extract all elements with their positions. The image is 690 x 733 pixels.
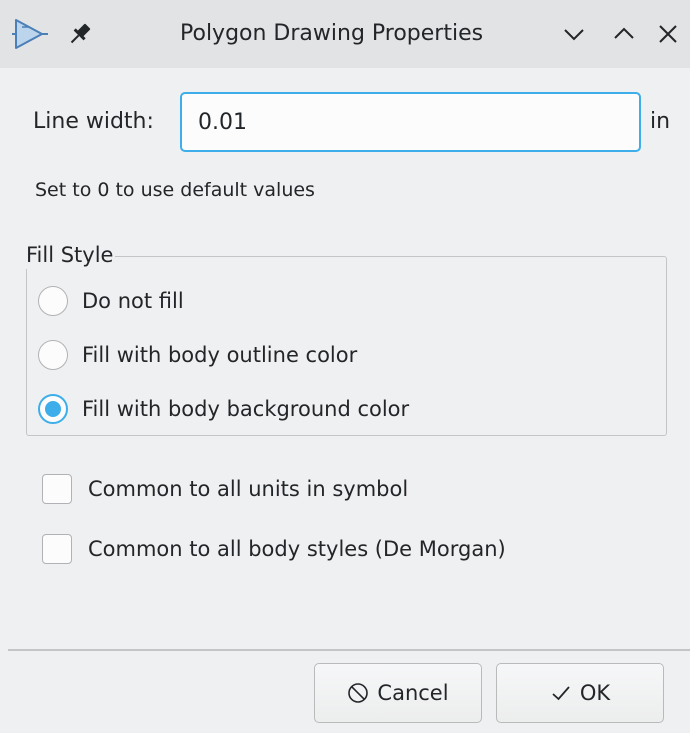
line-width-input[interactable] [182, 94, 639, 150]
dialog-window: Polygon Drawing Properties Line width: i… [0, 0, 690, 733]
ok-button-label: OK [579, 681, 611, 705]
radio-label: Fill with body outline color [82, 343, 358, 367]
radio-label: Fill with body background color [82, 397, 410, 421]
radio-label: Do not fill [82, 289, 184, 313]
checkbox-label: Common to all units in symbol [88, 477, 409, 501]
kicad-symbol-editor-icon [12, 19, 48, 49]
cancel-button[interactable]: Cancel [314, 663, 482, 723]
checkmark-icon [552, 686, 570, 701]
close-icon[interactable] [652, 18, 684, 50]
radio-fill-background[interactable]: Fill with body background color [38, 389, 409, 429]
line-width-unit: in [650, 109, 671, 134]
line-width-field-frame[interactable] [180, 92, 641, 152]
radio-fill-outline[interactable]: Fill with body outline color [38, 335, 357, 375]
maximize-icon[interactable] [608, 18, 640, 50]
radio-button[interactable] [38, 340, 68, 370]
fill-style-title: Fill Style [26, 241, 116, 269]
checkbox[interactable] [42, 534, 72, 564]
checkbox-common-styles[interactable]: Common to all body styles (De Morgan) [42, 529, 506, 569]
checkbox-label: Common to all body styles (De Morgan) [88, 537, 506, 561]
titlebar[interactable]: Polygon Drawing Properties [0, 0, 690, 68]
separator [8, 649, 690, 651]
cancel-circle-icon [348, 683, 369, 703]
line-width-hint: Set to 0 to use default values [35, 179, 315, 201]
window-title: Polygon Drawing Properties [180, 21, 484, 46]
radio-button-selected[interactable] [38, 394, 68, 424]
minimize-icon[interactable] [558, 18, 590, 50]
cancel-button-label: Cancel [377, 681, 449, 705]
pin-icon[interactable] [66, 20, 94, 48]
radio-button[interactable] [38, 286, 68, 316]
radio-do-not-fill[interactable]: Do not fill [38, 281, 184, 321]
checkbox-common-units[interactable]: Common to all units in symbol [42, 469, 408, 509]
line-width-label: Line width: [33, 109, 154, 134]
checkbox[interactable] [42, 474, 72, 504]
ok-button[interactable]: OK [496, 663, 664, 723]
